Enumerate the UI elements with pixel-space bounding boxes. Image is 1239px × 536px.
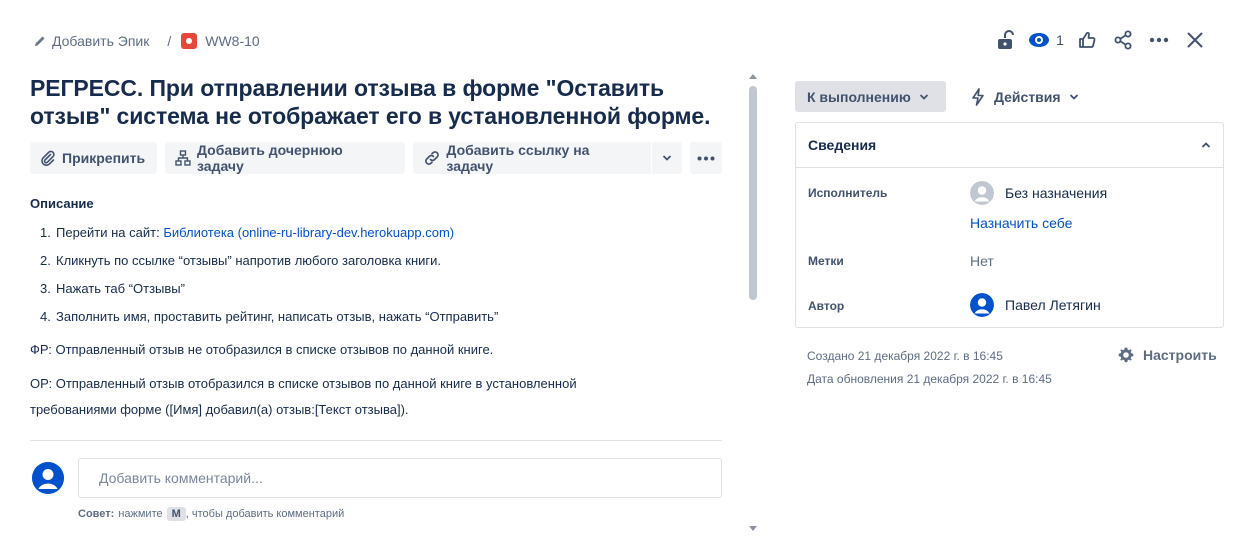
more-icon xyxy=(1149,37,1169,43)
issue-key-link[interactable]: WW8-10 xyxy=(181,33,260,49)
chevron-down-icon xyxy=(919,93,928,100)
step-text: Заполнить имя, проставить рейтинг, напис… xyxy=(56,309,499,324)
assignee-label: Исполнитель xyxy=(808,186,888,200)
labels-value[interactable]: Нет xyxy=(970,253,994,269)
comment-placeholder: Добавить комментарий... xyxy=(99,470,263,486)
details-panel: Сведения Исполнитель Без назначения Назн… xyxy=(795,122,1224,328)
tip-after: , чтобы добавить комментарий xyxy=(185,508,345,520)
eye-icon xyxy=(1029,33,1050,47)
library-link[interactable]: Библиотека (online-ru-library-dev.heroku… xyxy=(163,225,454,240)
configure-label: Настроить xyxy=(1143,347,1217,363)
details-title: Сведения xyxy=(808,137,877,153)
share-button[interactable] xyxy=(1105,26,1141,54)
step-item: 4. Заполнить имя, проставить рейтинг, нап… xyxy=(30,303,722,331)
thumbs-up-icon xyxy=(1079,31,1096,48)
lightning-icon xyxy=(972,87,984,106)
details-header[interactable]: Сведения xyxy=(796,123,1223,168)
vote-button[interactable] xyxy=(1069,26,1105,54)
assign-to-me-link[interactable]: Назначить себе xyxy=(970,215,1072,231)
reporter-value[interactable]: Павел Летягин xyxy=(970,293,1101,317)
step-text: Нажать таб “Отзывы” xyxy=(56,281,185,296)
actions-label: Действия xyxy=(994,88,1061,105)
pencil-icon xyxy=(35,36,45,46)
link-icon xyxy=(424,151,439,165)
add-epic-label: Добавить Эпик xyxy=(52,33,150,49)
link-issue-label: Добавить ссылку на задачу xyxy=(446,142,590,174)
updated-date: Дата обновления 21 декабря 2022 г. в 16:… xyxy=(807,372,1052,386)
configure-button[interactable]: Настроить xyxy=(1117,346,1217,364)
gear-icon xyxy=(1118,347,1134,363)
step-item: 1. Перейти на сайт: Библиотека (online-ru… xyxy=(30,219,722,247)
breadcrumb-separator: / xyxy=(167,33,172,49)
status-dropdown[interactable]: К выполнению xyxy=(795,81,946,112)
issue-key: WW8-10 xyxy=(205,33,260,49)
scroll-up-arrow-icon[interactable] xyxy=(748,72,758,80)
restrictions-button[interactable] xyxy=(987,26,1023,54)
hierarchy-icon xyxy=(175,150,191,166)
shortcut-key: M xyxy=(166,507,186,521)
issue-toolbar: 1 xyxy=(987,26,1213,54)
scroll-down-arrow-icon[interactable] xyxy=(748,525,758,533)
tip-before: нажмите xyxy=(118,508,163,520)
attach-button[interactable]: Прикрепить xyxy=(30,142,158,174)
avatar xyxy=(32,462,64,494)
step-number: 4. xyxy=(40,309,51,324)
paperclip-icon xyxy=(41,150,55,166)
unlock-icon xyxy=(998,30,1014,49)
step-item: 2. Кликнуть по ссылке “отзывы” напротив л… xyxy=(30,247,722,275)
step-text: Кликнуть по ссылке “отзывы” напротив люб… xyxy=(56,253,442,268)
description-steps: 1. Перейти на сайт: Библиотека (online-ru… xyxy=(30,219,722,331)
more-actions-button[interactable] xyxy=(1141,26,1177,54)
share-icon xyxy=(1114,30,1132,50)
assignee-value[interactable]: Без назначения xyxy=(970,181,1107,205)
bug-icon xyxy=(181,33,198,49)
attach-label: Прикрепить xyxy=(62,150,146,166)
user-avatar-icon xyxy=(32,462,64,494)
watch-count: 1 xyxy=(1056,32,1064,48)
tip-bold: Совет: xyxy=(78,508,115,520)
add-epic-link[interactable]: Добавить Эпик xyxy=(34,33,149,49)
chevron-down-icon xyxy=(1069,93,1078,100)
actions-dropdown[interactable]: Действия xyxy=(962,81,1087,112)
chevron-up-icon xyxy=(1201,142,1211,148)
breadcrumb: Добавить Эпик / WW8-10 xyxy=(34,31,260,51)
labels-label: Метки xyxy=(808,254,844,268)
step-number: 1. xyxy=(40,225,51,240)
link-issue-split-button: Добавить ссылку на задачу xyxy=(412,142,683,174)
step-number: 3. xyxy=(40,281,51,296)
watch-button[interactable]: 1 xyxy=(1023,26,1069,54)
scrollbar-thumb[interactable] xyxy=(749,86,757,300)
comment-tip: Совет: нажмите M, чтобы добавить коммент… xyxy=(78,507,344,521)
reporter-label: Автор xyxy=(808,299,845,313)
step-text: Перейти на сайт: xyxy=(56,225,164,240)
more-apps-button[interactable] xyxy=(690,142,723,174)
issue-main: РЕГРЕСС. При отправлении отзыва в форме … xyxy=(30,74,723,423)
link-issue-button[interactable]: Добавить ссылку на задачу xyxy=(412,142,652,174)
link-issue-dropdown[interactable] xyxy=(652,142,683,174)
close-button[interactable] xyxy=(1177,26,1213,54)
assignee-name: Без назначения xyxy=(1005,185,1108,201)
more-icon xyxy=(697,156,715,160)
step-item: 3. Нажать таб “Отзывы” xyxy=(30,275,722,303)
issue-actions-bar: Прикрепить Добавить дочернюю задачу Доба… xyxy=(30,142,723,174)
add-child-issue-button[interactable]: Добавить дочернюю задачу xyxy=(165,142,405,174)
divider xyxy=(30,440,722,441)
step-number: 2. xyxy=(40,253,51,268)
comment-input[interactable]: Добавить комментарий... xyxy=(78,458,722,498)
issue-title[interactable]: РЕГРЕСС. При отправлении отзыва в форме … xyxy=(30,74,722,130)
description-label: Описание xyxy=(30,196,94,211)
user-avatar-icon xyxy=(970,293,994,317)
actual-result: ФР: Отправленный отзыв не отобразился в … xyxy=(30,342,494,357)
reporter-name: Павел Летягин xyxy=(1005,297,1101,313)
unassigned-avatar-icon xyxy=(970,181,994,205)
created-date: Создано 21 декабря 2022 г. в 16:45 xyxy=(807,349,1003,363)
expected-result: ОР: Отправленный отзыв отобразился в спи… xyxy=(30,376,577,417)
status-label: К выполнению xyxy=(807,88,911,105)
add-child-issue-label: Добавить дочернюю задачу xyxy=(197,142,343,174)
close-icon xyxy=(1187,32,1203,48)
chevron-down-icon xyxy=(663,155,672,161)
